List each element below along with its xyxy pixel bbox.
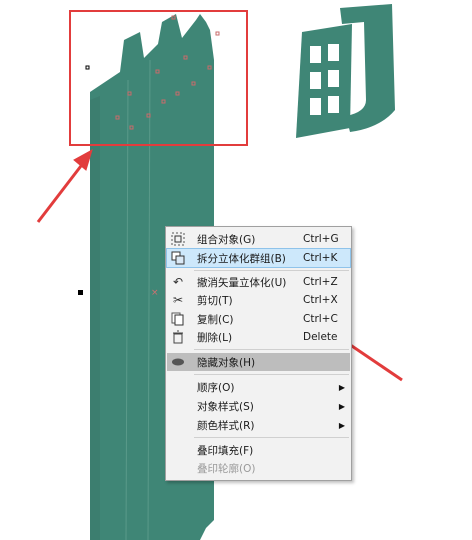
menu-item-label: 拆分立体化群组(B) <box>197 252 286 265</box>
menu-separator <box>194 437 349 438</box>
menu-item-label: 撤消矢量立体化(U) <box>197 276 287 289</box>
menu-item-label: 剪切(T) <box>197 294 233 307</box>
highlight-frame <box>69 10 248 146</box>
menu-item-label: 颜色样式(R) <box>197 419 255 432</box>
menu-item-hide-object[interactable]: 隐藏对象(H) <box>167 353 350 371</box>
menu-item-shortcut: Delete <box>303 331 338 343</box>
menu-item-shortcut: Ctrl+Z <box>303 276 338 288</box>
menu-item-undo-extrude[interactable]: ↶ 撤消矢量立体化(U) Ctrl+Z <box>167 273 350 291</box>
copy-icon <box>170 311 186 327</box>
menu-item-label: 对象样式(S) <box>197 400 254 413</box>
menu-item-label: 叠印轮廓(O) <box>197 462 256 475</box>
submenu-arrow-icon: ▶ <box>338 401 345 411</box>
group-icon <box>170 231 186 247</box>
annotation-arrow-left <box>36 148 93 223</box>
menu-item-label: 顺序(O) <box>197 381 235 394</box>
menu-item-label: 隐藏对象(H) <box>197 356 256 369</box>
break-apart-icon <box>170 250 186 266</box>
menu-item-overprint-outline: 叠印轮廓(O) <box>167 459 350 477</box>
submenu-arrow-icon: ▶ <box>338 382 345 392</box>
menu-item-copy[interactable]: 复制(C) Ctrl+C <box>167 310 350 328</box>
menu-item-order[interactable]: 顺序(O) ▶ <box>167 378 350 396</box>
menu-item-label: 复制(C) <box>197 313 234 326</box>
scissors-icon: ✂ <box>172 293 184 307</box>
menu-separator <box>194 349 349 350</box>
extruded-glyph-shape[interactable] <box>296 4 395 138</box>
menu-item-cut[interactable]: ✂ 剪切(T) Ctrl+X <box>167 291 350 309</box>
menu-item-label: 组合对象(G) <box>197 233 256 246</box>
eye-icon <box>170 354 186 370</box>
menu-item-shortcut: Ctrl+K <box>303 252 338 264</box>
menu-item-group[interactable]: 组合对象(G) Ctrl+G <box>167 230 350 248</box>
menu-item-label: 叠印填充(F) <box>197 444 254 457</box>
menu-item-object-styles[interactable]: 对象样式(S) ▶ <box>167 397 350 415</box>
menu-item-overprint-fill[interactable]: 叠印填充(F) <box>167 441 350 459</box>
submenu-arrow-icon: ▶ <box>338 420 345 430</box>
menu-item-color-styles[interactable]: 颜色样式(R) ▶ <box>167 416 350 434</box>
menu-item-delete[interactable]: 删除(L) Delete <box>167 328 350 346</box>
menu-item-label: 删除(L) <box>197 331 233 344</box>
undo-icon: ↶ <box>172 275 184 289</box>
menu-item-shortcut: Ctrl+X <box>303 294 338 306</box>
menu-item-shortcut: Ctrl+G <box>303 233 339 245</box>
shape-side-shading <box>90 96 100 540</box>
menu-separator <box>194 270 349 271</box>
menu-item-break-apart[interactable]: 拆分立体化群组(B) Ctrl+K <box>166 248 351 268</box>
trash-icon <box>170 329 186 345</box>
context-menu: 组合对象(G) Ctrl+G 拆分立体化群组(B) Ctrl+K ↶ 撤消矢量立… <box>165 226 352 481</box>
menu-item-shortcut: Ctrl+C <box>303 313 338 325</box>
menu-separator <box>194 374 349 375</box>
center-marker-icon: × <box>151 288 159 298</box>
